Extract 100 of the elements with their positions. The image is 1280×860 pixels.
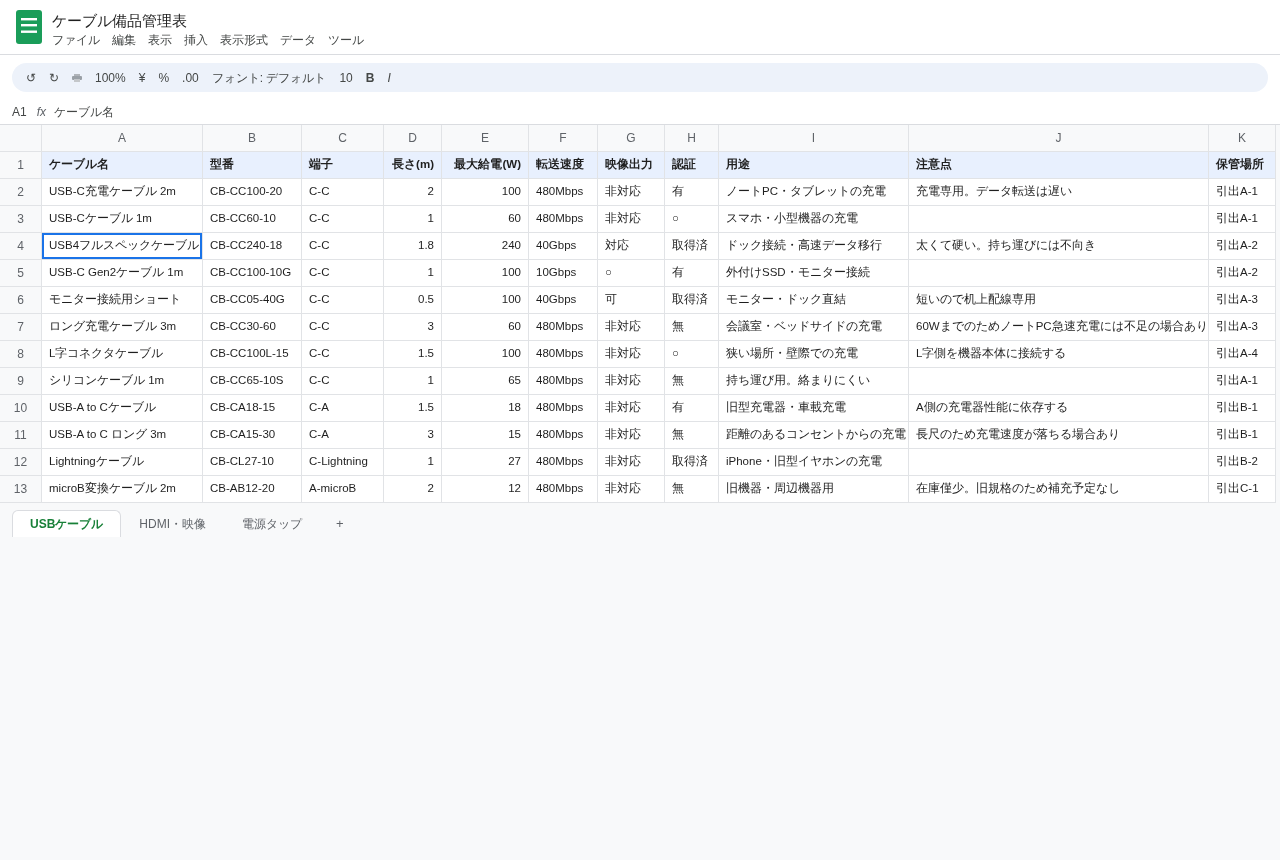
document-title[interactable]: ケーブル備品管理表	[52, 11, 364, 31]
row-number[interactable]: 12	[0, 449, 42, 476]
italic-button[interactable]: I	[387, 71, 391, 84]
table-cell: 引出B-1	[1209, 422, 1276, 449]
print-button[interactable]	[72, 73, 82, 82]
name-box[interactable]: A1	[12, 103, 27, 121]
table-cell: 非対応	[598, 179, 665, 206]
table-header-cell: 最大給電(W)	[442, 152, 529, 179]
table-cell: ○	[665, 341, 719, 368]
row-number[interactable]: 1	[0, 152, 42, 179]
table-cell: 取得済	[665, 449, 719, 476]
table-cell: 480Mbps	[529, 314, 598, 341]
table-cell: 2	[384, 179, 442, 206]
table-cell: 1	[384, 449, 442, 476]
menu-item[interactable]: 編集	[112, 32, 136, 48]
add-sheet-button[interactable]: +	[320, 510, 360, 537]
column-header[interactable]: G	[598, 125, 665, 152]
row-number[interactable]: 3	[0, 206, 42, 233]
toolbar-button[interactable]: フォント: デフォルト	[211, 71, 327, 84]
table-cell: 有	[665, 395, 719, 422]
table-cell: 非対応	[598, 368, 665, 395]
row-number[interactable]: 8	[0, 341, 42, 368]
table-cell: L字コネクタケーブル	[42, 341, 203, 368]
sheet-tab[interactable]: USBケーブル	[12, 510, 122, 537]
table-cell: ○	[598, 260, 665, 287]
column-header[interactable]: F	[529, 125, 598, 152]
table-cell: CB-CC240-18	[203, 233, 302, 260]
column-header[interactable]: A	[42, 125, 203, 152]
table-cell: 引出B-2	[1209, 449, 1276, 476]
row-number[interactable]: 6	[0, 287, 42, 314]
table-cell: 非対応	[598, 206, 665, 233]
table-cell: USB4フルスペックケーブル	[42, 233, 203, 260]
menu-item[interactable]: 表示形式	[220, 32, 268, 48]
sheet-tab[interactable]: HDMI・映像	[121, 510, 224, 537]
select-all-corner[interactable]	[0, 125, 42, 152]
table-cell: 引出B-1	[1209, 395, 1276, 422]
table-cell: ○	[665, 206, 719, 233]
table-cell: 無	[665, 314, 719, 341]
table-cell: モニター接続用ショート	[42, 287, 203, 314]
table-cell: 480Mbps	[529, 395, 598, 422]
table-cell: USB-Cケーブル 1m	[42, 206, 203, 233]
row-number[interactable]: 11	[0, 422, 42, 449]
table-header-cell: 端子	[302, 152, 384, 179]
table-cell: ノートPC・タブレットの充電	[719, 179, 909, 206]
column-header[interactable]: B	[203, 125, 302, 152]
row-number[interactable]: 7	[0, 314, 42, 341]
table-cell: C-Lightning	[302, 449, 384, 476]
table-header-cell: 長さ(m)	[384, 152, 442, 179]
table-cell: 240	[442, 233, 529, 260]
row-number[interactable]: 13	[0, 476, 42, 503]
sheet-tab[interactable]: 電源タップ	[224, 510, 320, 537]
bold-button[interactable]: B	[365, 71, 375, 84]
table-cell: 有	[665, 179, 719, 206]
table-cell: 持ち運び用。絡まりにくい	[719, 368, 909, 395]
table-cell: 無	[665, 422, 719, 449]
table-cell: 18	[442, 395, 529, 422]
table-cell: CB-CA15-30	[203, 422, 302, 449]
table-cell: 480Mbps	[529, 341, 598, 368]
toolbar-button[interactable]: ↺	[26, 71, 36, 84]
table-cell: C-C	[302, 368, 384, 395]
menu-item[interactable]: データ	[280, 32, 316, 48]
table-cell: 480Mbps	[529, 449, 598, 476]
toolbar-button[interactable]: %	[158, 71, 170, 84]
toolbar-button[interactable]: ¥	[138, 71, 146, 84]
formula-input[interactable]: ケーブル名	[54, 103, 115, 121]
toolbar-button[interactable]: 10	[339, 71, 353, 84]
table-cell: USB-C充電ケーブル 2m	[42, 179, 203, 206]
table-cell: 100	[442, 179, 529, 206]
table-cell: 12	[442, 476, 529, 503]
table-cell: 1	[384, 260, 442, 287]
row-number[interactable]: 9	[0, 368, 42, 395]
toolbar-button[interactable]: 100%	[95, 71, 126, 84]
toolbar-button[interactable]: .00	[182, 71, 199, 84]
table-cell: C-A	[302, 422, 384, 449]
row-number[interactable]: 10	[0, 395, 42, 422]
column-header[interactable]: K	[1209, 125, 1276, 152]
table-cell: 60	[442, 314, 529, 341]
table-cell: CB-CC30-60	[203, 314, 302, 341]
menu-item[interactable]: ファイル	[52, 32, 100, 48]
table-header-cell: 保管場所	[1209, 152, 1276, 179]
menu-item[interactable]: 挿入	[184, 32, 208, 48]
row-number[interactable]: 4	[0, 233, 42, 260]
toolbar-button[interactable]: ↻	[49, 71, 59, 84]
column-header[interactable]: C	[302, 125, 384, 152]
menu-item[interactable]: ツール	[328, 32, 364, 48]
row-number[interactable]: 5	[0, 260, 42, 287]
column-header[interactable]: D	[384, 125, 442, 152]
row-number[interactable]: 2	[0, 179, 42, 206]
table-cell: C-C	[302, 314, 384, 341]
table-cell: A-microB	[302, 476, 384, 503]
column-header[interactable]: E	[442, 125, 529, 152]
column-header[interactable]: J	[909, 125, 1209, 152]
column-header[interactable]: H	[665, 125, 719, 152]
table-cell: Lightningケーブル	[42, 449, 203, 476]
column-header[interactable]: I	[719, 125, 909, 152]
table-cell: C-C	[302, 206, 384, 233]
table-cell: CB-CC65-10S	[203, 368, 302, 395]
table-cell: 引出A-2	[1209, 260, 1276, 287]
table-cell: 60WまでのためノートPC急速充電には不足の場合あり	[909, 314, 1209, 341]
menu-item[interactable]: 表示	[148, 32, 172, 48]
